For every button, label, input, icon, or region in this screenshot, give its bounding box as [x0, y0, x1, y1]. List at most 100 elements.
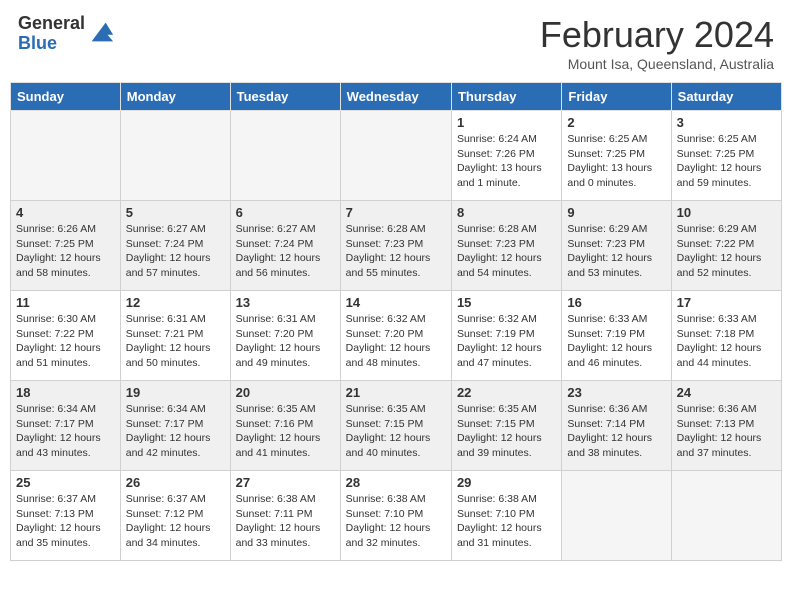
day-info: Sunrise: 6:29 AMSunset: 7:22 PMDaylight:…	[677, 222, 776, 281]
logo-icon	[87, 18, 115, 46]
day-info: Sunrise: 6:32 AMSunset: 7:19 PMDaylight:…	[457, 312, 556, 371]
calendar-header-thursday: Thursday	[451, 83, 561, 111]
calendar-cell	[230, 111, 340, 201]
calendar-body: 1Sunrise: 6:24 AMSunset: 7:26 PMDaylight…	[11, 111, 782, 561]
calendar-cell: 20 Sunrise: 6:35 AMSunset: 7:16 PMDayligh…	[230, 381, 340, 471]
day-number: 26	[126, 475, 225, 490]
calendar-week-2: 11 Sunrise: 6:30 AMSunset: 7:22 PMDayligh…	[11, 291, 782, 381]
day-number: 27	[236, 475, 335, 490]
day-number: 14	[346, 295, 446, 310]
day-number: 2	[567, 115, 665, 130]
day-info: Sunrise: 6:31 AMSunset: 7:21 PMDaylight:…	[126, 312, 225, 371]
calendar-cell: 21Sunrise: 6:35 AMSunset: 7:15 PMDayligh…	[340, 381, 451, 471]
day-number: 22	[457, 385, 556, 400]
day-number: 28	[346, 475, 446, 490]
title-section: February 2024 Mount Isa, Queensland, Aus…	[540, 14, 774, 72]
calendar-header-sunday: Sunday	[11, 83, 121, 111]
day-info: Sunrise: 6:25 AMSunset: 7:25 PMDaylight:…	[677, 132, 776, 191]
day-number: 6	[236, 205, 335, 220]
day-info: Sunrise: 6:26 AMSunset: 7:25 PMDaylight:…	[16, 222, 115, 281]
calendar-cell: 15Sunrise: 6:32 AMSunset: 7:19 PMDayligh…	[451, 291, 561, 381]
day-info: Sunrise: 6:27 AMSunset: 7:24 PMDaylight:…	[126, 222, 225, 281]
calendar-cell	[562, 471, 671, 561]
calendar-cell: 27 Sunrise: 6:38 AMSunset: 7:11 PMDayligh…	[230, 471, 340, 561]
calendar-cell: 7 Sunrise: 6:28 AMSunset: 7:23 PMDaylight…	[340, 201, 451, 291]
day-number: 8	[457, 205, 556, 220]
calendar-cell	[11, 111, 121, 201]
day-number: 17	[677, 295, 776, 310]
calendar-cell: 12 Sunrise: 6:31 AMSunset: 7:21 PMDayligh…	[120, 291, 230, 381]
day-number: 9	[567, 205, 665, 220]
day-number: 13	[236, 295, 335, 310]
calendar-cell: 22Sunrise: 6:35 AMSunset: 7:15 PMDayligh…	[451, 381, 561, 471]
day-info: Sunrise: 6:35 AMSunset: 7:16 PMDaylight:…	[236, 402, 335, 461]
day-info: Sunrise: 6:35 AMSunset: 7:15 PMDaylight:…	[346, 402, 446, 461]
day-info: Sunrise: 6:31 AMSunset: 7:20 PMDaylight:…	[236, 312, 335, 371]
day-number: 5	[126, 205, 225, 220]
calendar-cell	[671, 471, 781, 561]
day-info: Sunrise: 6:38 AMSunset: 7:10 PMDaylight:…	[457, 492, 556, 551]
calendar-cell: 19 Sunrise: 6:34 AMSunset: 7:17 PMDayligh…	[120, 381, 230, 471]
calendar-table: SundayMondayTuesdayWednesdayThursdayFrid…	[10, 82, 782, 561]
day-number: 23	[567, 385, 665, 400]
calendar-cell: 1Sunrise: 6:24 AMSunset: 7:26 PMDaylight…	[451, 111, 561, 201]
location: Mount Isa, Queensland, Australia	[540, 56, 774, 72]
day-info: Sunrise: 6:24 AMSunset: 7:26 PMDaylight:…	[457, 132, 556, 191]
calendar-week-0: 1Sunrise: 6:24 AMSunset: 7:26 PMDaylight…	[11, 111, 782, 201]
day-number: 11	[16, 295, 115, 310]
day-number: 19	[126, 385, 225, 400]
calendar-cell: 4 Sunrise: 6:26 AMSunset: 7:25 PMDaylight…	[11, 201, 121, 291]
day-info: Sunrise: 6:28 AMSunset: 7:23 PMDaylight:…	[457, 222, 556, 281]
day-info: Sunrise: 6:36 AMSunset: 7:14 PMDaylight:…	[567, 402, 665, 461]
day-number: 24	[677, 385, 776, 400]
calendar-cell	[340, 111, 451, 201]
day-info: Sunrise: 6:38 AMSunset: 7:10 PMDaylight:…	[346, 492, 446, 551]
calendar-header-friday: Friday	[562, 83, 671, 111]
day-info: Sunrise: 6:37 AMSunset: 7:12 PMDaylight:…	[126, 492, 225, 551]
logo-general: General	[18, 14, 85, 34]
day-number: 3	[677, 115, 776, 130]
calendar-cell: 28 Sunrise: 6:38 AMSunset: 7:10 PMDayligh…	[340, 471, 451, 561]
calendar-week-3: 18Sunrise: 6:34 AMSunset: 7:17 PMDayligh…	[11, 381, 782, 471]
calendar-cell: 24 Sunrise: 6:36 AMSunset: 7:13 PMDayligh…	[671, 381, 781, 471]
calendar-cell: 29 Sunrise: 6:38 AMSunset: 7:10 PMDayligh…	[451, 471, 561, 561]
calendar-cell: 2Sunrise: 6:25 AMSunset: 7:25 PMDaylight…	[562, 111, 671, 201]
calendar-header-wednesday: Wednesday	[340, 83, 451, 111]
day-info: Sunrise: 6:36 AMSunset: 7:13 PMDaylight:…	[677, 402, 776, 461]
day-info: Sunrise: 6:33 AMSunset: 7:18 PMDaylight:…	[677, 312, 776, 371]
day-info: Sunrise: 6:34 AMSunset: 7:17 PMDaylight:…	[126, 402, 225, 461]
calendar-cell: 14Sunrise: 6:32 AMSunset: 7:20 PMDayligh…	[340, 291, 451, 381]
day-number: 29	[457, 475, 556, 490]
calendar-cell: 25Sunrise: 6:37 AMSunset: 7:13 PMDayligh…	[11, 471, 121, 561]
day-info: Sunrise: 6:29 AMSunset: 7:23 PMDaylight:…	[567, 222, 665, 281]
logo: General Blue	[18, 14, 115, 54]
day-info: Sunrise: 6:28 AMSunset: 7:23 PMDaylight:…	[346, 222, 446, 281]
calendar-cell: 26 Sunrise: 6:37 AMSunset: 7:12 PMDayligh…	[120, 471, 230, 561]
day-info: Sunrise: 6:38 AMSunset: 7:11 PMDaylight:…	[236, 492, 335, 551]
day-info: Sunrise: 6:30 AMSunset: 7:22 PMDaylight:…	[16, 312, 115, 371]
calendar-cell: 8 Sunrise: 6:28 AMSunset: 7:23 PMDaylight…	[451, 201, 561, 291]
day-number: 4	[16, 205, 115, 220]
calendar-header-row: SundayMondayTuesdayWednesdayThursdayFrid…	[11, 83, 782, 111]
day-number: 7	[346, 205, 446, 220]
calendar-cell: 3 Sunrise: 6:25 AMSunset: 7:25 PMDaylight…	[671, 111, 781, 201]
page-header: General Blue February 2024 Mount Isa, Qu…	[10, 10, 782, 76]
day-info: Sunrise: 6:34 AMSunset: 7:17 PMDaylight:…	[16, 402, 115, 461]
month-title: February 2024	[540, 14, 774, 56]
calendar-cell: 18Sunrise: 6:34 AMSunset: 7:17 PMDayligh…	[11, 381, 121, 471]
day-number: 12	[126, 295, 225, 310]
calendar-cell: 6 Sunrise: 6:27 AMSunset: 7:24 PMDaylight…	[230, 201, 340, 291]
calendar-cell: 5 Sunrise: 6:27 AMSunset: 7:24 PMDaylight…	[120, 201, 230, 291]
day-number: 20	[236, 385, 335, 400]
day-info: Sunrise: 6:27 AMSunset: 7:24 PMDaylight:…	[236, 222, 335, 281]
calendar-week-1: 4 Sunrise: 6:26 AMSunset: 7:25 PMDaylight…	[11, 201, 782, 291]
day-number: 16	[567, 295, 665, 310]
calendar-header-saturday: Saturday	[671, 83, 781, 111]
calendar-header-tuesday: Tuesday	[230, 83, 340, 111]
day-info: Sunrise: 6:37 AMSunset: 7:13 PMDaylight:…	[16, 492, 115, 551]
day-info: Sunrise: 6:33 AMSunset: 7:19 PMDaylight:…	[567, 312, 665, 371]
day-number: 10	[677, 205, 776, 220]
calendar-week-4: 25Sunrise: 6:37 AMSunset: 7:13 PMDayligh…	[11, 471, 782, 561]
logo-blue: Blue	[18, 34, 85, 54]
calendar-cell: 13 Sunrise: 6:31 AMSunset: 7:20 PMDayligh…	[230, 291, 340, 381]
